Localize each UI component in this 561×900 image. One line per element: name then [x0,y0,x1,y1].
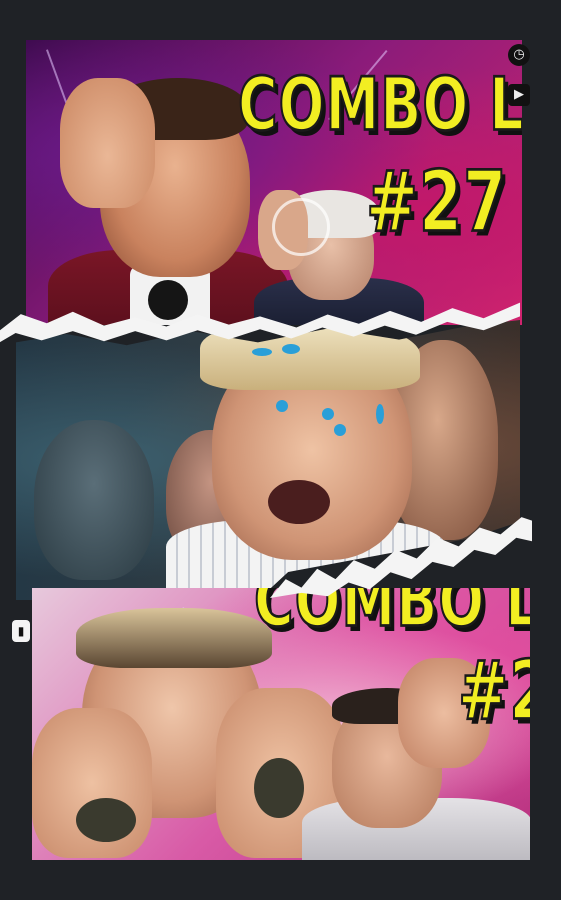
bottom-title: COMBO LOCO [253,588,530,644]
top-episode-number: #27 [365,151,508,252]
microphone [148,280,188,320]
clock-icon[interactable]: ◷ [508,44,530,66]
rapper-mouth [268,480,330,524]
background-person [34,420,154,580]
highlight-circle [272,198,330,256]
hand-tattoo [254,758,304,818]
bottom-video-thumbnail[interactable]: COMBO LOCO #2 [32,588,530,860]
face-tattoo [276,400,288,412]
top-title: COMBO LOCO [237,61,522,149]
play-icon[interactable]: ▶ [508,84,530,106]
face-tattoo [252,348,272,356]
face-tattoo [322,408,334,420]
face-tattoo [334,424,346,436]
face-tattoo [282,344,300,354]
face-tattoo [376,404,384,424]
bookmark-icon[interactable]: ▮ [12,620,30,642]
bottom-episode-number: #2 [457,643,530,740]
rapper-hair [76,608,272,668]
top-video-thumbnail[interactable]: COMBO LOCO #27 [26,40,522,325]
hand-tattoo [76,798,136,842]
host-hand-gesture [60,78,155,208]
